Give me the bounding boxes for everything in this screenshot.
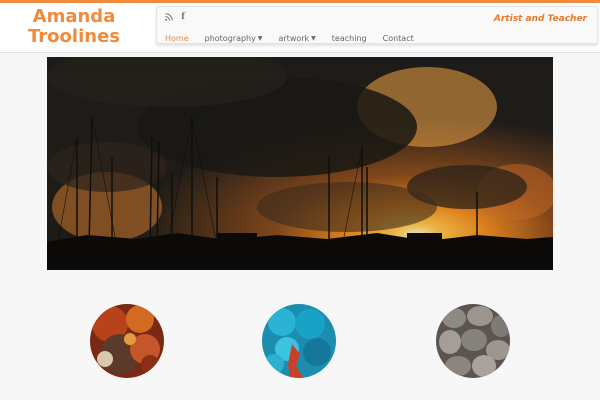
pebbles-photo xyxy=(436,304,510,378)
nav-item-home[interactable]: Home xyxy=(157,31,197,45)
navigation-panel: f Artist and Teacher Home photography ▼ … xyxy=(156,6,598,44)
nav-contact-label[interactable]: Contact xyxy=(383,34,414,43)
nav-item-photography[interactable]: photography ▼ xyxy=(197,31,271,45)
nav-item-contact[interactable]: Contact xyxy=(375,31,422,45)
thumbnail-turquoise[interactable] xyxy=(262,304,336,378)
thumbnail-rust[interactable] xyxy=(90,304,164,378)
turquoise-stones-photo xyxy=(262,304,336,378)
dropdown-caret-icon[interactable]: ▼ xyxy=(311,35,316,42)
sunset-harbor-photo xyxy=(47,57,553,270)
site-header: Amanda Troolines f Artist and Teacher Ho… xyxy=(0,3,600,53)
nav-photography-label[interactable]: photography xyxy=(205,34,256,43)
nav-teaching-label[interactable]: teaching xyxy=(332,34,367,43)
rust-texture-photo xyxy=(90,304,164,378)
facebook-icon[interactable]: f xyxy=(179,12,187,22)
social-links: f xyxy=(165,12,187,22)
nav-item-teaching[interactable]: teaching xyxy=(324,31,375,45)
site-logo[interactable]: Amanda Troolines xyxy=(14,7,134,47)
main-nav: Home photography ▼ artwork ▼ teaching Co… xyxy=(157,31,422,45)
hero-image xyxy=(47,57,553,270)
dropdown-caret-icon[interactable]: ▼ xyxy=(258,35,263,42)
nav-home-label[interactable]: Home xyxy=(165,34,189,43)
logo-line-2[interactable]: Troolines xyxy=(14,27,134,47)
logo-line-1[interactable]: Amanda xyxy=(14,7,134,27)
site-tagline: Artist and Teacher xyxy=(493,14,587,24)
thumbnail-pebbles[interactable] xyxy=(436,304,510,378)
nav-artwork-label[interactable]: artwork xyxy=(278,34,309,43)
rss-icon[interactable] xyxy=(165,12,173,22)
nav-item-artwork[interactable]: artwork ▼ xyxy=(270,31,323,45)
